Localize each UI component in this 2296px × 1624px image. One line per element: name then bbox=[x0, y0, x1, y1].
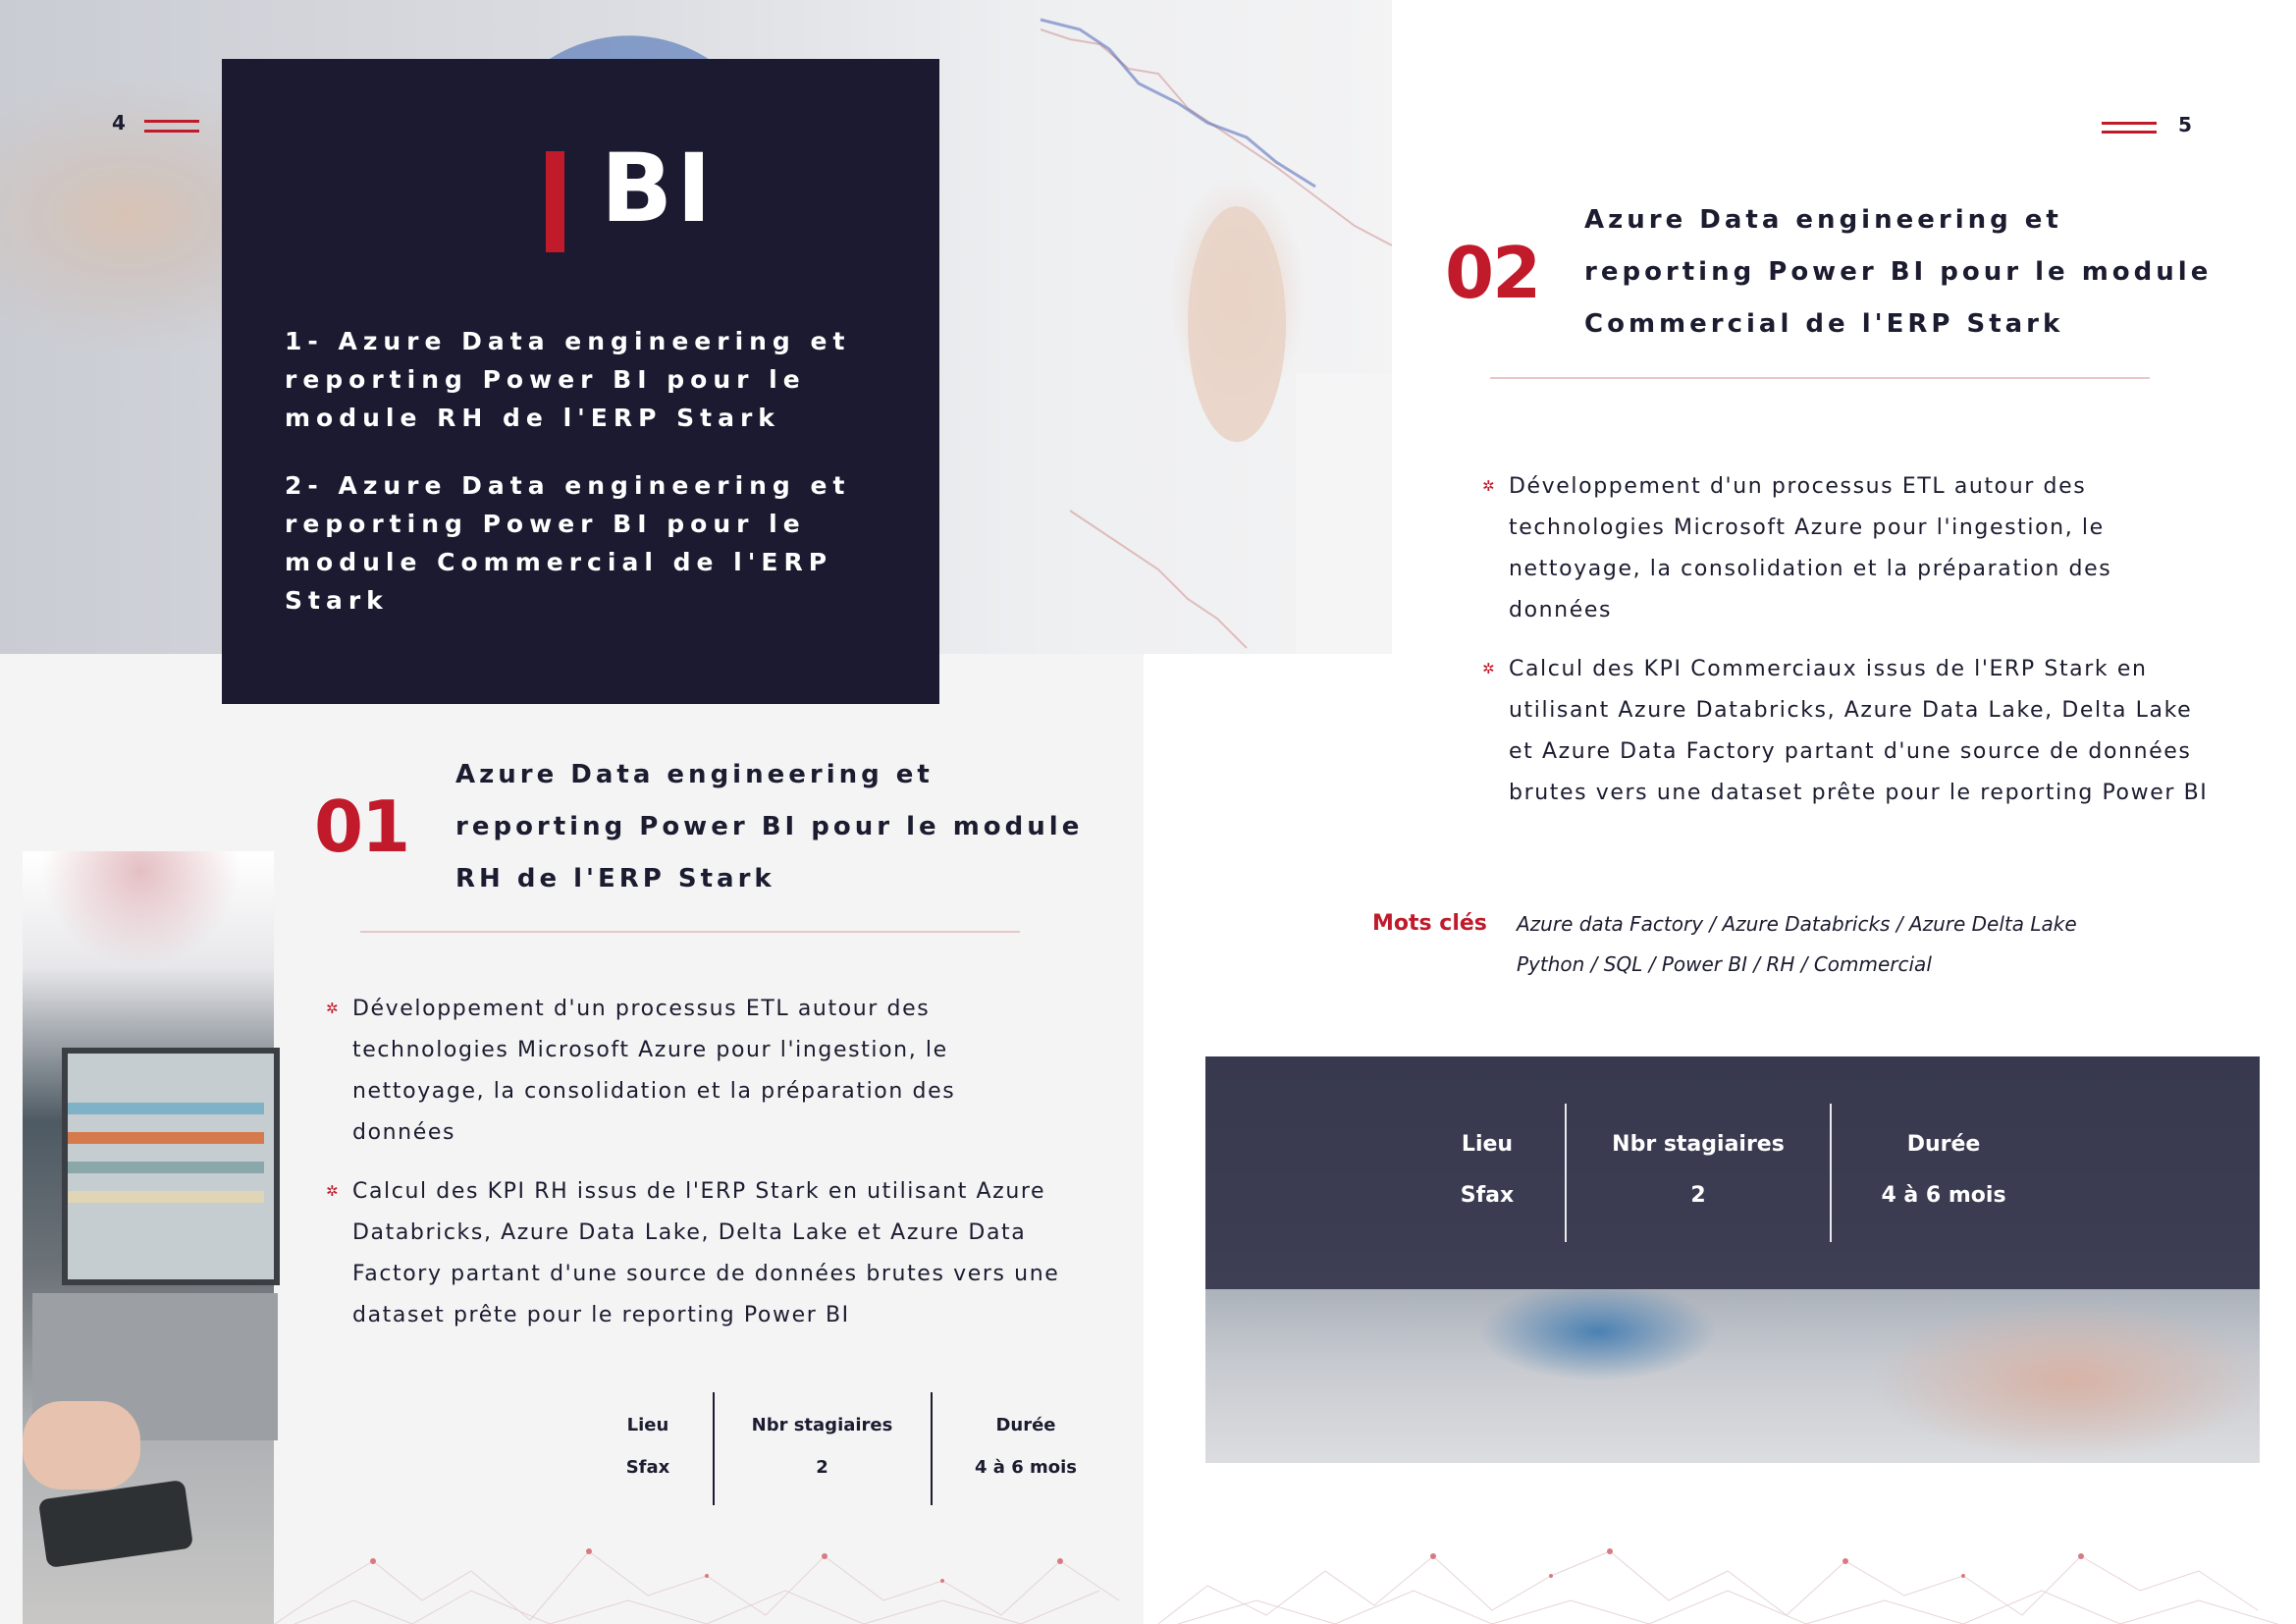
section-02-divider bbox=[1490, 377, 2150, 379]
page-number-left-rule bbox=[144, 120, 199, 123]
info-separator bbox=[713, 1392, 715, 1505]
info-value-duree: 4 à 6 mois bbox=[1881, 1183, 2006, 1208]
laptop-screen bbox=[62, 1048, 280, 1285]
info-value-lieu: Sfax bbox=[625, 1457, 670, 1478]
bullet-item: ✲ Développement d'un processus ETL autour… bbox=[1482, 466, 2220, 631]
bullet-item: ✲ Développement d'un processus ETL autour… bbox=[326, 989, 1064, 1154]
info-value-stagiaires: 2 bbox=[1690, 1183, 1706, 1208]
section-number-02: 02 bbox=[1445, 232, 1541, 314]
info-separator bbox=[1565, 1104, 1567, 1242]
info-header-lieu: Lieu bbox=[1461, 1132, 1514, 1157]
section-01-title: Azure Data engineering et reporting Powe… bbox=[455, 760, 1084, 893]
section-02-title: Azure Data engineering et reporting Powe… bbox=[1584, 205, 2213, 339]
star-bullet-icon: ✲ bbox=[1482, 660, 1497, 677]
title-box-item-2: 2- Azure Data engineering et reporting P… bbox=[285, 471, 851, 615]
title-box-item-1: 1- Azure Data engineering et reporting P… bbox=[285, 327, 851, 432]
page-number-right: 5 bbox=[2178, 113, 2192, 136]
section-02-bullets: ✲ Développement d'un processus ETL autour… bbox=[1482, 466, 2220, 832]
page-number-left: 4 bbox=[112, 111, 126, 135]
page-number-right-rule-2 bbox=[2102, 131, 2157, 134]
decorative-network-pattern bbox=[274, 1548, 2278, 1624]
section-01-bullets: ✲ Développement d'un processus ETL autour… bbox=[326, 989, 1064, 1354]
info-separator bbox=[1830, 1104, 1832, 1242]
laptop-photo bbox=[23, 851, 280, 1624]
hand bbox=[23, 1401, 140, 1489]
bullet-item: ✲ Calcul des KPI RH issus de l'ERP Stark … bbox=[326, 1171, 1064, 1336]
page-number-right-rule bbox=[2102, 122, 2157, 125]
star-bullet-icon: ✲ bbox=[1482, 477, 1497, 495]
info-value-lieu: Sfax bbox=[1460, 1183, 1515, 1208]
keywords-line-1: Azure data Factory / Azure Databricks / … bbox=[1517, 912, 2077, 936]
info-value-stagiaires: 2 bbox=[816, 1457, 828, 1478]
info-header-duree: Durée bbox=[995, 1415, 1056, 1435]
keywords-line-2: Python / SQL / Power BI / RH / Commercia… bbox=[1517, 952, 1932, 976]
info-header-stagiaires: Nbr stagiaires bbox=[751, 1415, 893, 1435]
info-header-lieu: Lieu bbox=[626, 1415, 669, 1435]
bullet-item: ✲ Calcul des KPI Commerciaux issus de l'E… bbox=[1482, 649, 2220, 814]
info-value-duree: 4 à 6 mois bbox=[974, 1457, 1077, 1478]
section-01-divider bbox=[360, 931, 1020, 933]
star-bullet-icon: ✲ bbox=[326, 1000, 341, 1017]
info-header-stagiaires: Nbr stagiaires bbox=[1612, 1132, 1785, 1157]
info-overlay bbox=[1205, 1056, 2260, 1289]
keywords-label: Mots clés bbox=[1372, 911, 1487, 936]
info-header-duree: Durée bbox=[1906, 1132, 1981, 1157]
page-number-left-rule-2 bbox=[144, 130, 199, 133]
info-separator bbox=[931, 1392, 933, 1505]
section-number-01: 01 bbox=[314, 785, 410, 868]
section-title: BI bbox=[601, 134, 716, 244]
star-bullet-icon: ✲ bbox=[326, 1182, 341, 1200]
brochure-spread: 4 BI 1- Azure Data engineering et report… bbox=[0, 0, 2296, 1624]
title-accent-bar bbox=[546, 151, 564, 252]
